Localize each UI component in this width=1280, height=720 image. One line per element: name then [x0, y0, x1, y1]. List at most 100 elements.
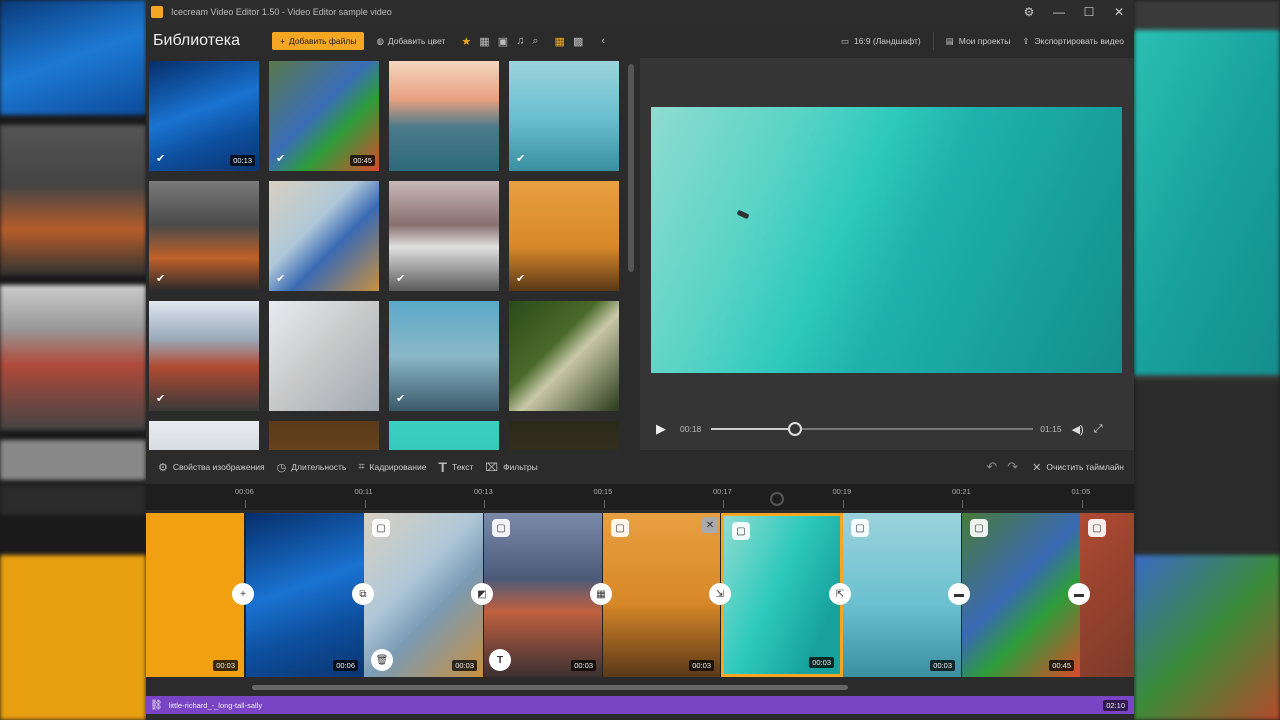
playhead-handle[interactable] [770, 492, 784, 506]
timeline-scrollbar[interactable] [252, 685, 848, 690]
crop-label: Кадрирование [369, 462, 427, 472]
bg-left-4 [0, 440, 146, 480]
film-icon[interactable]: ▦ [479, 35, 489, 48]
media-thumb[interactable]: ✔ [149, 181, 259, 291]
collapse-chevron-icon[interactable]: ‹ [601, 35, 605, 47]
grid-large-icon[interactable]: ▦ [555, 35, 565, 48]
transition-icon[interactable]: ▬ [948, 583, 970, 605]
media-thumb[interactable] [149, 421, 259, 450]
transition-icon[interactable]: ⇲ [709, 583, 731, 605]
redo-icon[interactable]: ↷ [1007, 459, 1018, 475]
library-scrollbar[interactable] [628, 64, 634, 272]
media-thumb[interactable] [269, 421, 379, 450]
media-thumb[interactable]: ✔ [389, 181, 499, 291]
clip-duration: 00:03 [930, 660, 955, 671]
text-button[interactable]: T Текст [438, 459, 473, 475]
transition-icon[interactable]: ▬ [1068, 583, 1090, 605]
media-thumb[interactable] [509, 301, 619, 411]
delete-clip-icon[interactable]: ✕ [702, 517, 718, 533]
title-bar: Icecream Video Editor 1.50 - Video Edito… [146, 0, 1134, 24]
thumb-duration: 00:45 [350, 155, 375, 166]
timeline-clip[interactable]: 00:03 ▢ [603, 513, 720, 677]
media-thumb[interactable] [269, 301, 379, 411]
media-thumb[interactable]: ✔ [509, 181, 619, 291]
timeline-clip[interactable]: 00:06 [246, 513, 364, 677]
media-thumb[interactable] [509, 421, 619, 450]
ruler-tick-mark [484, 500, 485, 508]
timeline-ruler[interactable]: 00:06 00:11 00:13 00:15 00:17 00:19 00:21 01:05 [146, 484, 1134, 510]
ruler-tick-label: 00:15 [593, 487, 613, 496]
clip-options-icon[interactable]: ▢ [611, 519, 629, 537]
projects-icon: ▤ [945, 35, 954, 46]
media-thumb[interactable] [389, 61, 499, 171]
fullscreen-icon[interactable]: ⤢ [1094, 423, 1103, 436]
aspect-label: 16:9 (Ландшафт) [853, 36, 921, 46]
clip-options-icon[interactable]: ▢ [970, 519, 988, 537]
clip-options-icon[interactable]: ▢ [1088, 519, 1106, 537]
clip-options-icon[interactable]: ▢ [732, 522, 750, 540]
plus-icon: + [280, 36, 285, 46]
link-icon: ⛓ [150, 699, 163, 711]
aspect-ratio-selector[interactable]: ▭ 16:9 (Ландшафт) [841, 36, 921, 47]
timeline-clip[interactable]: 00:03 ▢ [843, 513, 961, 677]
volume-icon[interactable]: ◀) [1072, 423, 1084, 436]
clip-options-icon[interactable]: ▢ [851, 519, 869, 537]
seek-handle[interactable] [788, 422, 802, 436]
timeline-clip[interactable]: 00:03 [146, 513, 244, 677]
close-button[interactable]: ✕ [1104, 0, 1134, 24]
star-icon[interactable]: ★ [461, 35, 471, 48]
library-title: Библиотека [153, 32, 240, 49]
settings-icon[interactable]: ⚙ [1014, 0, 1044, 24]
timeline-clip[interactable]: 00:03 ▢ [721, 513, 843, 677]
add-transition-icon[interactable]: + [232, 583, 254, 605]
maximize-button[interactable]: ☐ [1074, 0, 1104, 24]
my-projects-button[interactable]: ▤ Мои проекты [946, 36, 1011, 47]
media-thumb[interactable]: ✔ [389, 301, 499, 411]
transition-icon[interactable]: ◩ [471, 583, 493, 605]
grid-small-icon[interactable]: ▩ [573, 35, 583, 48]
clip-duration: 00:06 [333, 660, 358, 671]
clip-options-icon[interactable]: ▢ [372, 519, 390, 537]
media-grid: ✔ 00:13 ✔ 00:45 ✔ ✔ ✔ ✔ ✔ ✔ ✔ [149, 61, 624, 450]
video-preview[interactable] [651, 107, 1122, 373]
minimize-button[interactable]: — [1044, 0, 1074, 24]
ruler-tick-mark [723, 500, 724, 508]
audio-track[interactable]: ⛓ little-richard_-_long-tall-sally 02:10 [146, 696, 1134, 714]
media-thumb[interactable]: ✔ 00:45 [269, 61, 379, 171]
media-thumb[interactable]: ✔ 00:13 [149, 61, 259, 171]
clear-x-icon: ✕ [1032, 461, 1042, 474]
image-icon[interactable]: ▣ [498, 35, 508, 48]
text-icon: T [438, 459, 447, 475]
duration-button[interactable]: ◷ Длительность [277, 461, 347, 474]
filters-label: Фильтры [503, 462, 538, 472]
undo-icon[interactable]: ↶ [986, 459, 997, 475]
trash-icon[interactable]: 🗑 [371, 649, 393, 671]
filters-button[interactable]: ⌧ Фильтры [485, 461, 537, 474]
media-thumb[interactable]: ✔ [269, 181, 379, 291]
crop-button[interactable]: ⌗ Кадрирование [358, 461, 426, 474]
media-thumb[interactable]: ✔ [509, 61, 619, 171]
search-icon[interactable]: ⌕ [532, 35, 538, 48]
check-icon: ✔ [516, 153, 526, 165]
seek-bar[interactable] [711, 422, 1034, 436]
media-thumb[interactable]: ✔ [149, 301, 259, 411]
timeline-clip[interactable]: 00:45 ▢ [962, 513, 1080, 677]
media-thumb[interactable] [389, 421, 499, 450]
add-color-button[interactable]: ◍ Добавить цвет [376, 36, 445, 47]
clip-options-icon[interactable]: ▢ [492, 519, 510, 537]
add-files-label: Добавить файлы [288, 36, 357, 46]
clip-duration: 00:45 [1049, 660, 1074, 671]
add-text-icon[interactable]: T [489, 649, 511, 671]
transition-icon[interactable]: ⧉ [352, 583, 374, 605]
transition-icon[interactable]: ⇱ [829, 583, 851, 605]
transition-icon[interactable]: ▦ [590, 583, 612, 605]
add-files-button[interactable]: + Добавить файлы [272, 32, 365, 50]
bg-right-2 [1134, 30, 1280, 375]
text-label: Текст [451, 462, 474, 472]
clear-timeline-button[interactable]: ✕ Очистить таймлайн [1032, 461, 1124, 474]
play-icon[interactable]: ▶ [656, 421, 666, 437]
music-icon[interactable]: ♫ [516, 35, 524, 47]
library-toolbar: Библиотека + Добавить файлы ◍ Добавить ц… [146, 24, 640, 58]
export-video-button[interactable]: ⇪ Экспортировать видео [1022, 36, 1124, 47]
image-props-button[interactable]: ⚙ Свойства изображения [158, 461, 265, 474]
